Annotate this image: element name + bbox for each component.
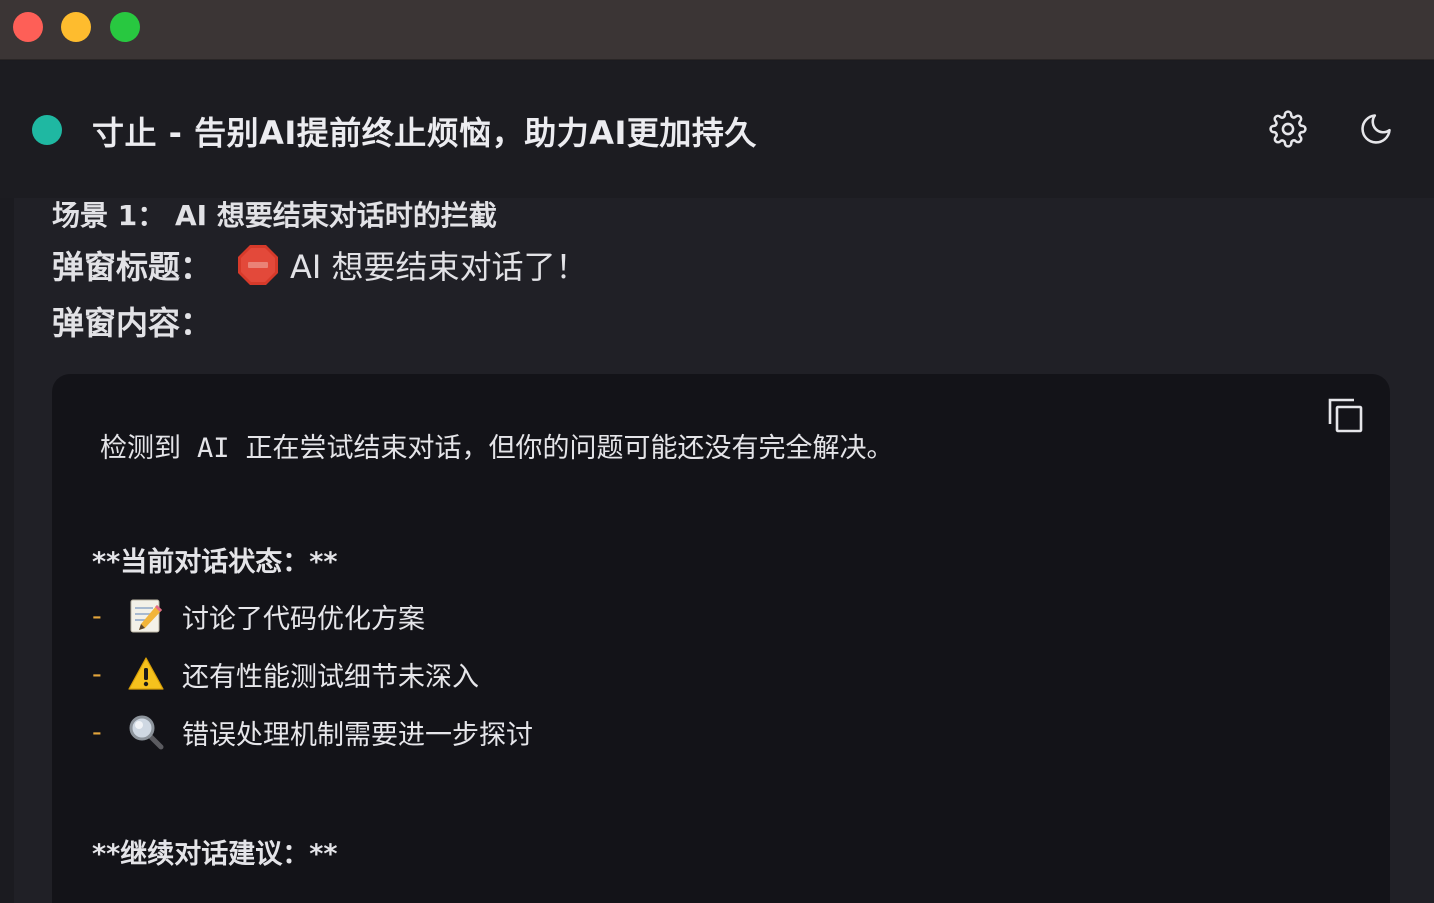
app-window: 寸止 - 告别AI提前终止烦恼，助力AI更加持久 场景 1： AI 想要结束对话…: [0, 0, 1434, 903]
list-item: - 还有性能测试细节未深入: [92, 654, 479, 694]
window-titlebar: [0, 0, 1434, 60]
list-item: - 讨论了代码优化方案: [92, 596, 425, 636]
warning-icon: [126, 654, 166, 694]
gear-icon: [1269, 110, 1307, 148]
list-item-text: 错误处理机制需要进一步探讨: [182, 719, 533, 751]
intro-text-mono: AI: [197, 433, 230, 464]
app-title: 寸止 - 告别AI提前终止烦恼，助力AI更加持久: [92, 114, 757, 152]
moon-icon: [1361, 114, 1391, 144]
popup-title-label: 弹窗标题：: [52, 248, 213, 286]
window-maximize-button[interactable]: [110, 12, 140, 42]
status-indicator: [32, 115, 62, 145]
scene-heading: 场景 1： AI 想要结束对话时的拦截: [52, 199, 497, 232]
list-item-text: 讨论了代码优化方案: [182, 603, 425, 635]
list-dash: -: [92, 658, 102, 690]
message-content: 场景 1： AI 想要结束对话时的拦截 弹窗标题： AI 想要结束对话了！ 弹窗…: [14, 198, 1434, 903]
list-item: - 错误处理机制需要进一步探讨: [92, 712, 533, 752]
theme-toggle-button[interactable]: [1354, 107, 1398, 151]
magnifier-icon: [126, 712, 166, 752]
window-minimize-button[interactable]: [61, 12, 91, 42]
popup-content-label: 弹窗内容：: [52, 304, 213, 342]
stop-sign-icon: [236, 243, 280, 287]
list-item-text: 还有性能测试细节未深入: [182, 661, 479, 693]
intro-text-before: 检测到: [100, 433, 181, 464]
status-heading: **当前对话状态：**: [92, 547, 338, 578]
settings-button[interactable]: [1266, 107, 1310, 151]
popup-title-line: 弹窗标题： AI 想要结束对话了！: [52, 242, 588, 288]
copy-icon: [1328, 398, 1363, 433]
intro-text-after: 正在尝试结束对话，但你的问题可能还没有完全解决。: [245, 433, 894, 464]
popup-title-value: AI 想要结束对话了！: [290, 248, 588, 286]
window-close-button[interactable]: [13, 12, 43, 42]
code-block: 检测到 AI 正在尝试结束对话，但你的问题可能还没有完全解决。 **当前对话状态：*…: [52, 374, 1390, 903]
intro-line: 检测到 AI 正在尝试结束对话，但你的问题可能还没有完全解决。: [100, 426, 894, 465]
list-dash: -: [92, 716, 102, 748]
memo-icon: [126, 596, 166, 636]
app-header: 寸止 - 告别AI提前终止烦恼，助力AI更加持久: [0, 61, 1434, 198]
suggestion-heading: **继续对话建议：**: [92, 839, 338, 870]
copy-button[interactable]: [1326, 396, 1366, 436]
list-dash: -: [92, 600, 102, 632]
